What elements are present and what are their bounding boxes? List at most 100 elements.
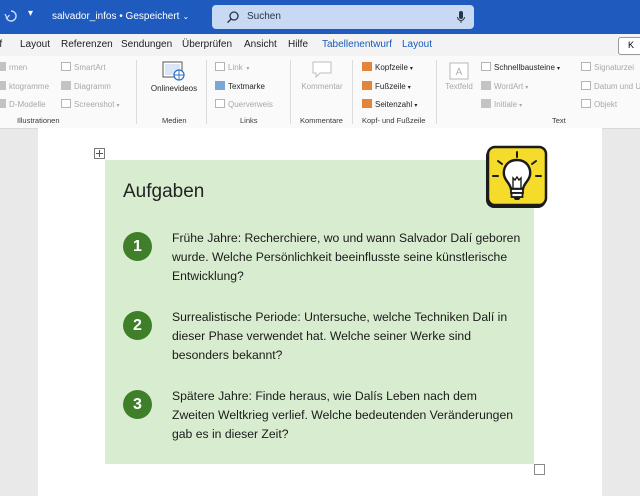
task-box[interactable]: Aufgaben 1 Frühe Jahre: Recherchiere, wo…: [105, 160, 534, 464]
smartart-icon: [61, 62, 71, 71]
table-resize-handle-icon[interactable]: [534, 464, 545, 475]
schnellbausteine-button[interactable]: Schnellbausteine ▾: [481, 62, 560, 74]
group-label-medien: Medien: [162, 116, 187, 125]
wordart-button[interactable]: WordArt ▾: [481, 81, 528, 93]
signaturzeile-label: Signaturzei: [594, 63, 635, 72]
screenshot-label: Screenshot: [74, 100, 115, 109]
tab-ansicht[interactable]: Ansicht: [244, 39, 277, 50]
chevron-down-icon: ▾: [519, 103, 523, 109]
tab-tabellenentwurf[interactable]: Tabellenentwurf: [322, 39, 392, 50]
screenshot-icon: [61, 99, 71, 108]
comments-button-label: K: [628, 40, 635, 50]
tab-sendungen[interactable]: Sendungen: [121, 39, 172, 50]
fusszeile-label: Fußzeile: [375, 82, 406, 91]
kommentar-button[interactable]: Kommentar: [297, 60, 347, 91]
task-number-badge: 2: [123, 311, 152, 340]
3d-modelle-button[interactable]: D-Modelle: [0, 99, 45, 110]
chart-icon: [61, 81, 71, 90]
task-box-title: Aufgaben: [123, 181, 205, 202]
objekt-button[interactable]: Objekt: [581, 99, 617, 110]
link-label: Link: [228, 63, 243, 72]
formen-button[interactable]: rmen: [0, 62, 27, 73]
onlinevideos-label: Onlinevideos: [150, 84, 198, 93]
link-button[interactable]: Link ▾: [215, 62, 249, 74]
chevron-down-icon: ⌄: [182, 12, 190, 21]
signaturzeile-button[interactable]: Signaturzei: [581, 62, 634, 73]
schnellbausteine-label: Schnellbausteine: [494, 63, 555, 72]
querverweis-label: Querverweis: [228, 100, 273, 109]
microphone-icon[interactable]: [456, 10, 466, 24]
document-title[interactable]: salvador_infos • Gespeichert ⌄: [52, 11, 189, 22]
smartart-label: SmartArt: [74, 63, 106, 72]
textfeld-button[interactable]: A Textfeld: [441, 62, 477, 91]
cross-reference-icon: [215, 99, 225, 108]
chevron-down-icon: ▾: [556, 66, 560, 72]
date-time-icon: [581, 81, 591, 90]
drop-cap-icon: [481, 99, 491, 108]
formen-label: rmen: [9, 63, 28, 72]
footer-icon: [362, 81, 372, 90]
tab-layout[interactable]: Layout: [20, 39, 50, 50]
diagramm-button[interactable]: Diagramm: [61, 81, 111, 92]
objekt-label: Objekt: [594, 100, 618, 109]
quick-access-menu-icon[interactable]: ▾: [28, 8, 33, 19]
svg-text:A: A: [456, 67, 463, 78]
lightbulb-icon: [486, 145, 548, 208]
page-number-icon: [362, 99, 372, 108]
seitenzahl-button[interactable]: Seitenzahl ▾: [362, 99, 417, 111]
chevron-down-icon: ▾: [409, 66, 413, 72]
textmarke-label: Textmarke: [228, 82, 265, 91]
tab-hilfe[interactable]: Hilfe: [288, 39, 308, 50]
tab-entwurf[interactable]: rf: [0, 39, 2, 50]
header-icon: [362, 62, 372, 71]
search-icon: [227, 11, 239, 24]
quick-parts-icon: [481, 62, 491, 71]
onlinevideos-button[interactable]: Onlinevideos: [148, 60, 200, 93]
datum-uhrzeit-button[interactable]: Datum und U: [581, 81, 640, 92]
querverweis-button[interactable]: Querverweis: [215, 99, 273, 110]
chevron-down-icon: ▾: [116, 103, 120, 109]
divider: [352, 60, 353, 124]
shapes-icon: [0, 62, 6, 71]
online-video-icon: [162, 61, 185, 81]
wordart-label: WordArt: [494, 82, 524, 91]
tab-ueberpruefen[interactable]: Überprüfen: [182, 39, 232, 50]
document-page[interactable]: Aufgaben 1 Frühe Jahre: Recherchiere, wo…: [38, 128, 602, 496]
chevron-down-icon: ▾: [414, 103, 418, 109]
diagramm-label: Diagramm: [74, 82, 111, 91]
icons-icon: [0, 81, 6, 90]
search-box[interactable]: Suchen: [212, 5, 474, 29]
3d-modelle-label: D-Modelle: [9, 100, 46, 109]
ribbon-tabs: rf Layout Referenzen Sendungen Überprüfe…: [0, 34, 640, 56]
initiale-button[interactable]: Initiale ▾: [481, 99, 522, 111]
wordart-icon: [481, 81, 491, 90]
chevron-down-icon: ▾: [407, 85, 411, 91]
ribbon: rmen ktogramme D-Modelle SmartArt Diagra…: [0, 56, 640, 129]
textfeld-label: Textfeld: [445, 82, 473, 91]
fusszeile-button[interactable]: Fußzeile ▾: [362, 81, 411, 93]
kopfzeile-label: Kopfzeile: [375, 63, 408, 72]
chevron-down-icon: ▾: [244, 66, 250, 72]
tab-referenzen[interactable]: Referenzen: [61, 39, 113, 50]
table-move-handle-icon[interactable]: [94, 148, 105, 159]
chevron-down-icon: ▾: [525, 85, 529, 91]
signature-icon: [581, 62, 591, 71]
task-text: Frühe Jahre: Recherchiere, wo und wann S…: [172, 231, 521, 283]
smartart-button[interactable]: SmartArt: [61, 62, 106, 73]
textmarke-button[interactable]: Textmarke: [215, 81, 265, 92]
comments-button[interactable]: K: [618, 37, 640, 55]
kopfzeile-button[interactable]: Kopfzeile ▾: [362, 62, 413, 74]
divider: [206, 60, 207, 124]
divider: [436, 60, 437, 124]
undo-icon[interactable]: [4, 9, 18, 23]
screenshot-button[interactable]: Screenshot ▾: [61, 99, 119, 111]
seitenzahl-label: Seitenzahl: [375, 100, 413, 109]
group-label-kommentare: Kommentare: [300, 116, 343, 125]
tab-table-layout[interactable]: Layout: [402, 39, 432, 50]
divider: [290, 60, 291, 124]
task-text: Spätere Jahre: Finde heraus, wie Dalís L…: [172, 389, 514, 441]
divider: [136, 60, 137, 124]
group-label-links: Links: [240, 116, 258, 125]
task-number-badge: 1: [123, 232, 152, 261]
piktogramme-button[interactable]: ktogramme: [0, 81, 49, 92]
